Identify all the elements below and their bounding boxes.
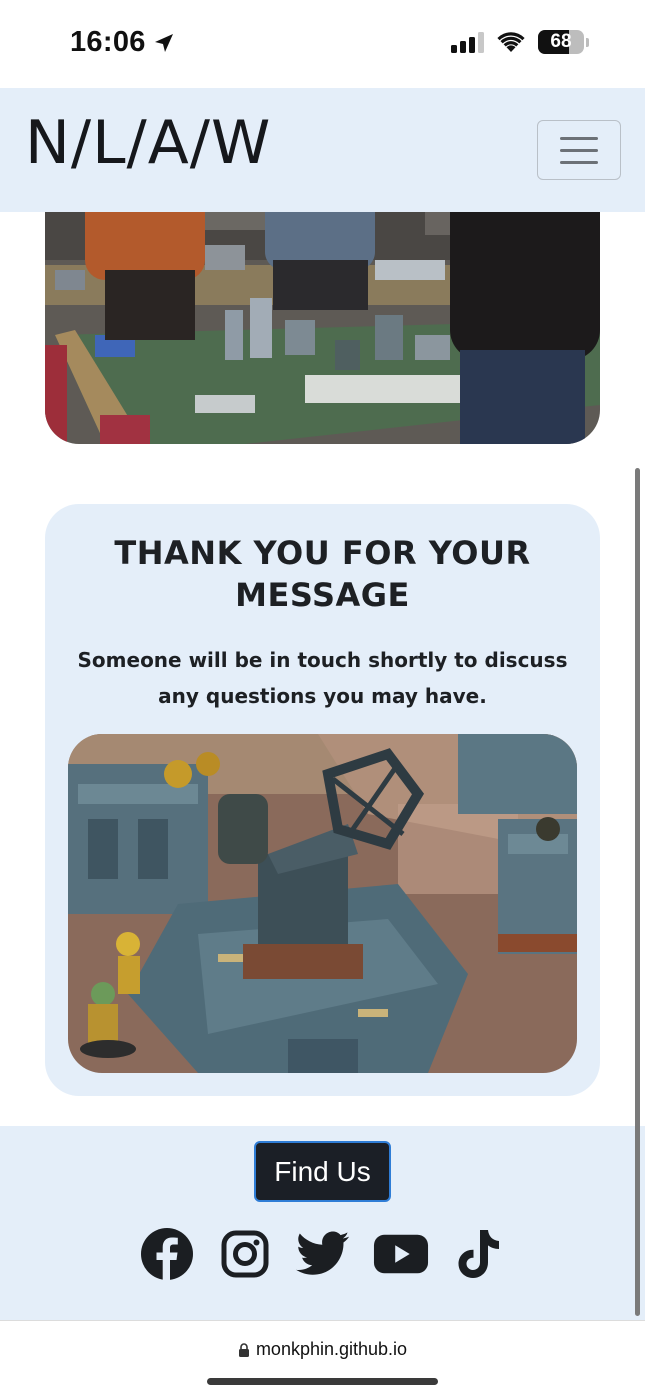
lock-icon [238, 1342, 249, 1357]
facebook-link[interactable] [139, 1226, 195, 1282]
location-arrow-icon [154, 33, 173, 52]
battery-percent: 68 [550, 31, 572, 52]
hamburger-icon-bar [560, 160, 598, 164]
thank-you-card: THANK YOU FOR YOUR MESSAGE Someone will … [45, 504, 600, 1096]
cellular-signal-icon [451, 31, 484, 53]
miniature-terrain-photo [68, 734, 577, 1073]
status-bar: 16:06 68 [0, 0, 645, 88]
miniature-terrain-illustration [68, 734, 577, 1073]
clock-text: 16:06 [70, 26, 146, 58]
facebook-icon [140, 1228, 193, 1280]
hamburger-icon-bar [560, 136, 598, 140]
find-us-button[interactable]: Find Us [254, 1141, 391, 1202]
page-scrollbar[interactable] [635, 468, 640, 1316]
browser-url-bar[interactable]: monkphin.github.io [0, 1320, 645, 1398]
hamburger-icon-bar [560, 148, 598, 152]
tiktok-icon [458, 1230, 499, 1278]
youtube-link[interactable] [373, 1226, 429, 1282]
instagram-icon [221, 1230, 268, 1278]
youtube-icon [373, 1234, 428, 1274]
battery-cap [586, 37, 589, 47]
battery-icon: 68 [538, 30, 584, 54]
status-time: 16:06 [70, 26, 176, 59]
thank-you-heading: THANK YOU FOR YOUR MESSAGE [114, 534, 531, 614]
tiktok-link[interactable] [451, 1226, 507, 1282]
twitter-icon [295, 1231, 349, 1275]
instagram-link[interactable] [217, 1226, 273, 1282]
home-indicator[interactable] [207, 1378, 438, 1385]
social-links [0, 1226, 645, 1282]
thank-you-body-text: Someone will be in touch shortly to disc… [77, 648, 568, 708]
page: 16:06 68 N/L/A/W THANK YOU FOR YOUR MESS… [0, 0, 645, 1398]
menu-toggle-button[interactable] [537, 120, 621, 180]
status-indicators: 68 [451, 30, 589, 54]
url-display[interactable]: monkphin.github.io [0, 1339, 645, 1360]
brand-logo-text[interactable]: N/L/A/W [25, 108, 271, 178]
navbar: N/L/A/W [0, 88, 645, 212]
wifi-icon [497, 32, 525, 52]
url-text: monkphin.github.io [255, 1339, 408, 1359]
footer: Find Us [0, 1126, 645, 1320]
twitter-link[interactable] [295, 1226, 351, 1282]
